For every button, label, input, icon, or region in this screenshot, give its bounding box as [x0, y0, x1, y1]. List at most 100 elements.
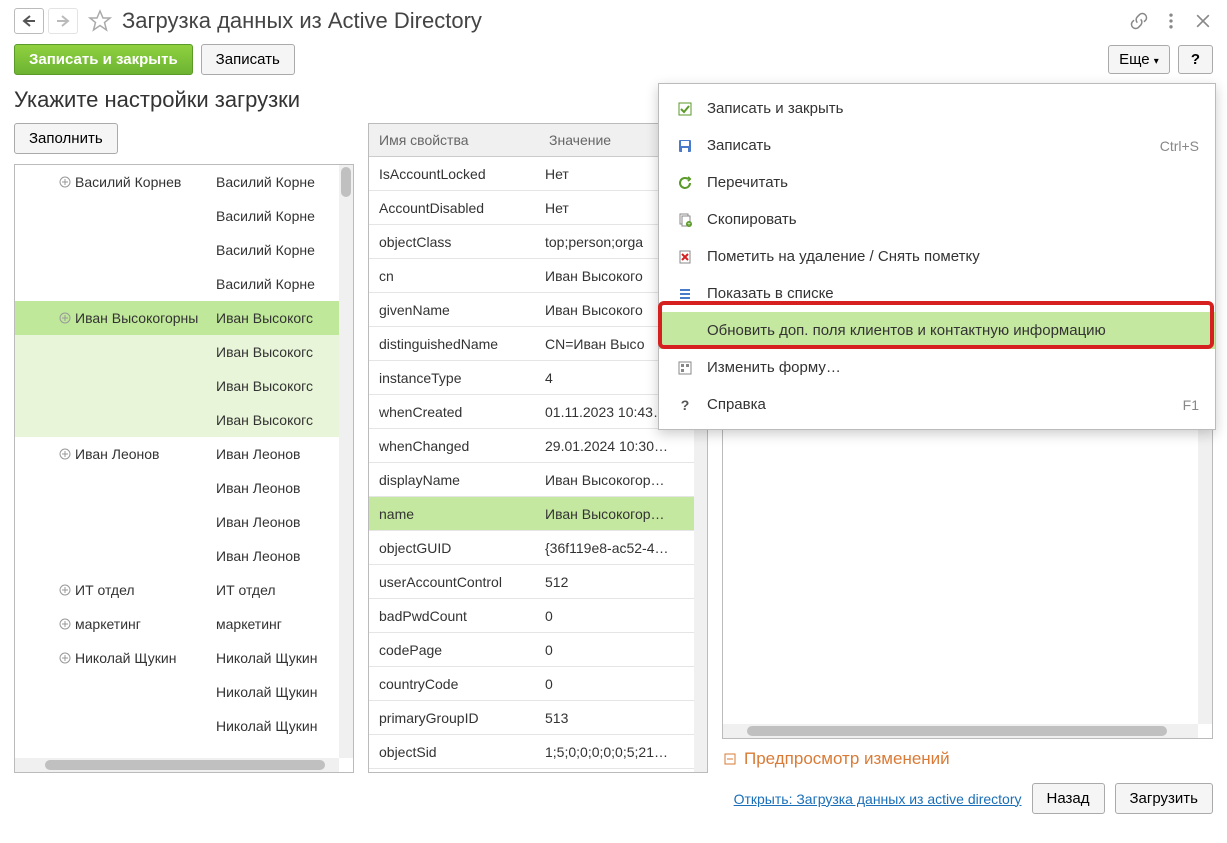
expand-icon[interactable] — [59, 618, 71, 630]
property-row[interactable]: nameИван Высокогор… — [369, 497, 707, 531]
tree-col-name: Иван Леонов — [15, 446, 210, 462]
property-value: {36f119e8-ac52-4… — [539, 540, 707, 556]
property-row[interactable]: countryCode0 — [369, 667, 707, 701]
dropdown-item-shortcut: Ctrl+S — [1160, 138, 1199, 154]
property-row[interactable]: distinguishedNameCN=Иван Высо — [369, 327, 707, 361]
tree-row[interactable]: Иван Высокогс — [15, 335, 353, 369]
tree-scrollbar-vertical[interactable] — [339, 165, 353, 758]
tree-row[interactable]: Николай Щукин — [15, 709, 353, 743]
back-button[interactable]: Назад — [1032, 783, 1105, 814]
tree-row[interactable]: Василий Корне — [15, 233, 353, 267]
save-close-button[interactable]: Записать и закрыть — [14, 44, 193, 75]
close-icon[interactable] — [1193, 11, 1213, 31]
more-dropdown: Записать и закрытьЗаписатьCtrl+SПеречита… — [658, 83, 1216, 430]
property-row[interactable]: displayNameИван Высокогор… — [369, 463, 707, 497]
kebab-icon[interactable] — [1161, 11, 1181, 31]
svg-text:+: + — [687, 222, 691, 228]
property-name: cn — [369, 268, 539, 284]
page-title: Загрузка данных из Active Directory — [122, 8, 482, 34]
open-link[interactable]: Открыть: Загрузка данных из active direc… — [734, 791, 1022, 807]
tree-col-value: маркетинг — [210, 616, 353, 632]
dropdown-item-label: Справка — [707, 396, 1183, 413]
property-row[interactable]: whenCreated01.11.2023 10:43… — [369, 395, 707, 429]
tree-row[interactable]: маркетингмаркетинг — [15, 607, 353, 641]
tree-row[interactable]: Иван Леонов — [15, 539, 353, 573]
expand-icon[interactable] — [59, 448, 71, 460]
load-button[interactable]: Загрузить — [1115, 783, 1214, 814]
property-row[interactable]: objectSid1;5;0;0;0;0;0;5;21… — [369, 735, 707, 769]
property-name: distinguishedName — [369, 336, 539, 352]
prop-header-name: Имя свойства — [369, 124, 539, 156]
property-row[interactable]: IsAccountLockedНет — [369, 157, 707, 191]
property-name: objectClass — [369, 234, 539, 250]
dropdown-item[interactable]: Записать и закрыть — [659, 90, 1215, 127]
save-icon — [673, 136, 697, 156]
dropdown-item[interactable]: ?СправкаF1 — [659, 386, 1215, 423]
tree-row[interactable]: Василий Корне — [15, 267, 353, 301]
save-close-icon — [673, 99, 697, 119]
property-name: instanceType — [369, 370, 539, 386]
tree-row[interactable]: Иван Леонов — [15, 505, 353, 539]
tree-col-value: Иван Леонов — [210, 446, 353, 462]
property-name: countryCode — [369, 676, 539, 692]
tree-row[interactable]: Иван Высокогс — [15, 369, 353, 403]
preview-title[interactable]: Предпросмотр изменений — [722, 745, 1213, 773]
tree-row[interactable]: Василий КорневВасилий Корне — [15, 165, 353, 199]
property-name: objectSid — [369, 744, 539, 760]
dropdown-item[interactable]: Пометить на удаление / Снять пометку — [659, 238, 1215, 275]
link-icon[interactable] — [1129, 11, 1149, 31]
tree-panel: Василий КорневВасилий Корне Василий Корне… — [14, 164, 354, 773]
tree-col-value: Иван Леонов — [210, 480, 353, 496]
property-row[interactable]: primaryGroupID513 — [369, 701, 707, 735]
dropdown-item[interactable]: Обновить доп. поля клиентов и контактную… — [659, 312, 1215, 349]
dropdown-item[interactable]: Изменить форму… — [659, 349, 1215, 386]
dropdown-item[interactable]: Показать в списке — [659, 275, 1215, 312]
expand-icon[interactable] — [59, 652, 71, 664]
dropdown-item[interactable]: Перечитать — [659, 164, 1215, 201]
tree-row[interactable]: Иван Леонов — [15, 471, 353, 505]
reload-icon — [673, 173, 697, 193]
property-row[interactable]: givenNameИван Высокого — [369, 293, 707, 327]
expand-icon[interactable] — [59, 176, 71, 188]
tree-col-value: Василий Корне — [210, 208, 353, 224]
nav-forward-button[interactable] — [48, 8, 78, 34]
property-name: AccountDisabled — [369, 200, 539, 216]
expand-icon[interactable] — [59, 584, 71, 596]
star-icon[interactable] — [88, 9, 112, 33]
tree-row[interactable]: ИТ отделИТ отдел — [15, 573, 353, 607]
property-row[interactable]: badPwdCount0 — [369, 599, 707, 633]
nav-back-button[interactable] — [14, 8, 44, 34]
help-button[interactable]: ? — [1178, 45, 1213, 74]
property-name: givenName — [369, 302, 539, 318]
property-row[interactable]: codePage0 — [369, 633, 707, 667]
property-name: codePage — [369, 642, 539, 658]
property-row[interactable]: userAccountControl512 — [369, 565, 707, 599]
property-row[interactable]: AccountDisabledНет — [369, 191, 707, 225]
tree-col-value: Иван Леонов — [210, 548, 353, 564]
dropdown-item[interactable]: + Скопировать — [659, 201, 1215, 238]
dropdown-item[interactable]: ЗаписатьCtrl+S — [659, 127, 1215, 164]
tree-row[interactable]: Иван ЛеоновИван Леонов — [15, 437, 353, 471]
tree-scrollbar-horizontal[interactable] — [15, 758, 339, 772]
property-row[interactable]: whenChanged29.01.2024 10:30… — [369, 429, 707, 463]
property-row[interactable]: objectClasstop;person;orga — [369, 225, 707, 259]
tree-row[interactable]: Иван ВысокогорныИван Высокогс — [15, 301, 353, 335]
property-name: whenCreated — [369, 404, 539, 420]
more-button[interactable]: Еще ▾ — [1108, 45, 1170, 74]
preview-scrollbar-horizontal[interactable] — [723, 724, 1198, 738]
form-icon — [673, 358, 697, 378]
tree-row[interactable]: Василий Корне — [15, 199, 353, 233]
tree-row[interactable]: Николай ЩукинНиколай Щукин — [15, 641, 353, 675]
property-row[interactable]: objectGUID{36f119e8-ac52-4… — [369, 531, 707, 565]
property-name: objectGUID — [369, 540, 539, 556]
fill-button[interactable]: Заполнить — [14, 123, 118, 154]
property-row[interactable]: cnИван Высокого — [369, 259, 707, 293]
tree-row[interactable]: Иван Высокогс — [15, 403, 353, 437]
tree-row[interactable]: Николай Щукин — [15, 675, 353, 709]
property-row[interactable]: instanceType4 — [369, 361, 707, 395]
dropdown-item-label: Скопировать — [707, 211, 1199, 228]
expand-icon[interactable] — [59, 312, 71, 324]
dropdown-item-shortcut: F1 — [1183, 397, 1199, 413]
arrow-left-icon — [22, 15, 36, 27]
save-button[interactable]: Записать — [201, 44, 295, 75]
